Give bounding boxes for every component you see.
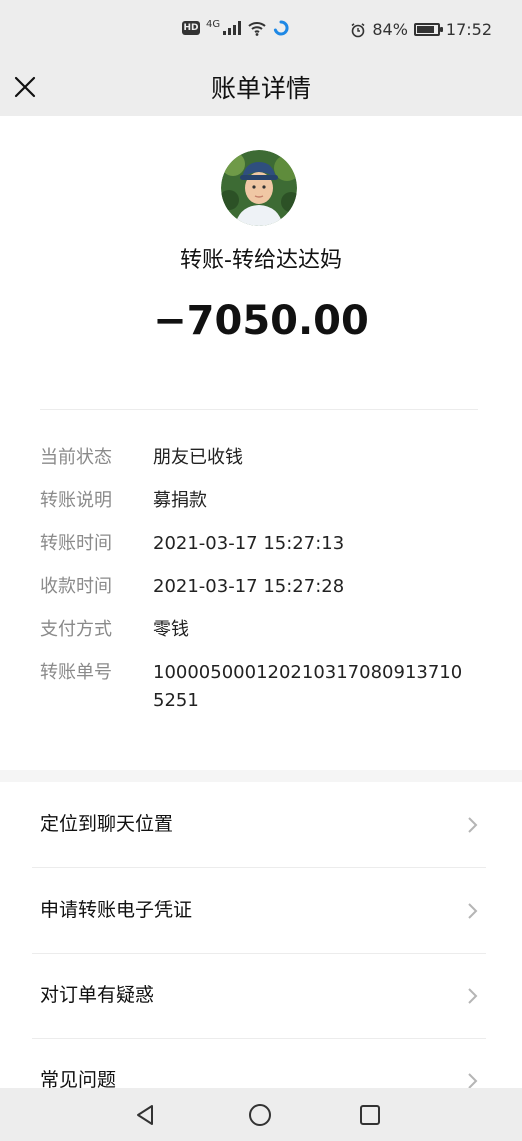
menu-item-order-question[interactable]: 对订单有疑惑 [0,953,522,1038]
chevron-right-icon [468,817,478,833]
home-icon[interactable] [245,1100,275,1130]
chevron-right-icon [468,903,478,919]
bill-summary: 转账-转给达达妈 −7050.00 [0,116,522,412]
back-icon[interactable] [131,1100,161,1130]
status-bar: HD 4G 84% 17:52 [0,0,522,62]
clock: 17:52 [445,20,492,39]
status-icons-right: 84% 17:52 [350,20,492,39]
detail-row-status: 当前状态 朋友已收钱 [40,444,473,472]
hd-icon: HD [182,21,200,35]
transfer-payee: 转账-转给达达妈 [180,248,342,273]
menu-item-label: 定位到聊天位置 [40,813,174,835]
detail-row-transfer-time: 转账时间 2021-03-17 15:27:13 [40,530,473,558]
menu-item-request-voucher[interactable]: 申请转账电子凭证 [0,868,522,953]
detail-label: 收款时间 [40,576,112,597]
detail-label: 转账时间 [40,533,112,554]
detail-label: 支付方式 [40,619,112,640]
detail-row-receive-time: 收款时间 2021-03-17 15:27:28 [40,573,473,601]
detail-value: 2021-03-17 15:27:28 [153,576,345,597]
transfer-amount: −7050.00 [153,298,369,344]
detail-label: 当前状态 [40,447,112,468]
detail-value: 2021-03-17 15:27:13 [153,533,345,554]
system-nav-bar [0,1088,522,1141]
detail-row-transaction-id: 转账单号 1000050001202103170809137105251 [40,659,473,715]
recents-icon[interactable] [355,1100,385,1130]
status-icons-left: HD 4G [182,20,289,36]
avatar[interactable] [221,150,297,226]
wifi-icon [248,22,266,36]
detail-value: 零钱 [153,619,189,640]
app-notification-icon [274,20,289,36]
detail-value[interactable]: 1000050001202103170809137105251 [153,659,473,715]
nav-bar: 账单详情 [0,62,522,116]
section-gap [0,770,522,782]
chevron-right-icon [468,988,478,1004]
divider [40,409,478,410]
menu-item-label: 对订单有疑惑 [40,984,155,1006]
signal-icon [223,21,242,35]
detail-label: 转账单号 [40,662,112,683]
alarm-icon [351,22,365,37]
network-type-label: 4G [206,19,221,30]
detail-value: 募捐款 [153,490,207,511]
page-title: 账单详情 [210,74,311,103]
battery-icon [413,23,443,36]
detail-row-payment-method: 支付方式 零钱 [40,616,473,644]
detail-row-note: 转账说明 募捐款 [40,487,473,515]
battery-percent: 84% [372,20,408,39]
detail-value: 朋友已收钱 [153,447,243,468]
menu-item-locate-chat[interactable]: 定位到聊天位置 [0,782,522,867]
detail-label: 转账说明 [40,490,112,511]
menu-item-label: 申请转账电子凭证 [40,899,193,921]
